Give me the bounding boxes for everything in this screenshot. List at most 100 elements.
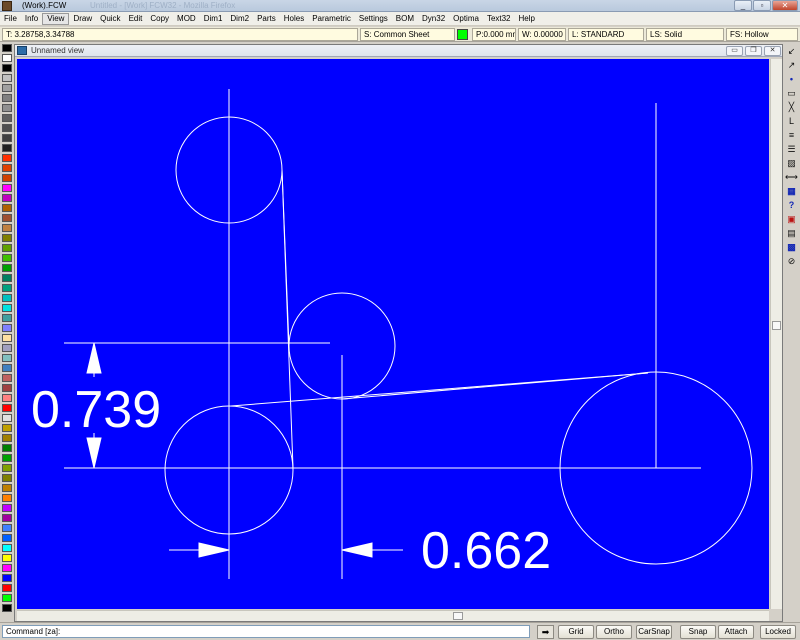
- color-swatch[interactable]: [2, 144, 12, 152]
- color-swatch[interactable]: [2, 484, 12, 492]
- close-button[interactable]: ✕: [772, 0, 798, 11]
- menu-item-text32[interactable]: Text32: [483, 13, 515, 25]
- menu-item-optima[interactable]: Optima: [449, 13, 483, 25]
- minimize-button[interactable]: _: [734, 0, 752, 11]
- attach-button[interactable]: Attach: [718, 625, 754, 639]
- list-icon[interactable]: ☰: [785, 144, 798, 155]
- dimension-icon[interactable]: ⟷: [785, 172, 798, 183]
- stop-icon[interactable]: ▣: [785, 214, 798, 225]
- menu-item-dim2[interactable]: Dim2: [226, 13, 253, 25]
- color-swatch[interactable]: [2, 594, 12, 602]
- color-swatch[interactable]: [2, 554, 12, 562]
- fill-style-field[interactable]: FS: Hollow: [726, 28, 798, 41]
- snap-button[interactable]: Snap: [680, 625, 716, 639]
- color-swatch[interactable]: [2, 124, 12, 132]
- menu-item-dim1[interactable]: Dim1: [200, 13, 227, 25]
- color-swatch[interactable]: [2, 304, 12, 312]
- width-field[interactable]: W: 0.00000: [518, 28, 566, 41]
- menu-item-mod[interactable]: MOD: [173, 13, 200, 25]
- color-swatch[interactable]: [2, 354, 12, 362]
- color-swatch[interactable]: [2, 64, 12, 72]
- color-swatch[interactable]: [2, 194, 12, 202]
- color-swatch[interactable]: [2, 474, 12, 482]
- color-swatch[interactable]: [2, 524, 12, 532]
- color-swatch[interactable]: [2, 334, 12, 342]
- pen-color-swatch[interactable]: [457, 29, 468, 40]
- color-swatch[interactable]: [2, 374, 12, 382]
- grid-button[interactable]: Grid: [558, 625, 594, 639]
- color-swatch[interactable]: [2, 284, 12, 292]
- color-swatch[interactable]: [2, 424, 12, 432]
- color-swatch[interactable]: [2, 94, 12, 102]
- color-swatch[interactable]: [2, 574, 12, 582]
- menu-item-edit[interactable]: Edit: [125, 13, 147, 25]
- layer-field[interactable]: L: STANDARD: [568, 28, 644, 41]
- menu-item-parametric[interactable]: Parametric: [308, 13, 355, 25]
- color-swatch[interactable]: [2, 154, 12, 162]
- color-swatch[interactable]: [2, 364, 12, 372]
- color-swatch[interactable]: [2, 274, 12, 282]
- horizontal-scrollbar[interactable]: [17, 610, 769, 621]
- color-swatch[interactable]: [2, 564, 12, 572]
- rectangle-icon[interactable]: ▭: [785, 88, 798, 99]
- color-swatch[interactable]: [2, 54, 12, 62]
- menu-item-help[interactable]: Help: [515, 13, 539, 25]
- color-swatch[interactable]: [2, 244, 12, 252]
- menu-item-file[interactable]: File: [0, 13, 21, 25]
- color-swatch[interactable]: [2, 114, 12, 122]
- color-swatch[interactable]: [2, 414, 12, 422]
- layers-icon[interactable]: ▤: [785, 228, 798, 239]
- color-swatch[interactable]: [2, 604, 12, 612]
- menu-item-settings[interactable]: Settings: [355, 13, 392, 25]
- menu-item-parts[interactable]: Parts: [253, 13, 280, 25]
- command-input[interactable]: Command [za]:: [2, 625, 530, 638]
- table-icon[interactable]: ▦: [785, 186, 798, 197]
- color-swatch[interactable]: [2, 234, 12, 242]
- color-swatch[interactable]: [2, 44, 12, 52]
- color-swatch[interactable]: [2, 404, 12, 412]
- app-icon[interactable]: [2, 1, 12, 11]
- grid-icon[interactable]: ▩: [785, 242, 798, 253]
- ortho-button[interactable]: Ortho: [596, 625, 632, 639]
- menu-item-quick[interactable]: Quick: [96, 13, 124, 25]
- pen-width-field[interactable]: P:0.000 mm: [472, 28, 516, 41]
- view-close-button[interactable]: ✕: [764, 46, 781, 56]
- command-arrow-button[interactable]: ➡: [537, 625, 554, 639]
- lines-icon[interactable]: ≡: [785, 130, 798, 141]
- color-swatch[interactable]: [2, 584, 12, 592]
- locked-button[interactable]: Locked: [760, 625, 796, 639]
- color-swatch[interactable]: [2, 434, 12, 442]
- color-swatch[interactable]: [2, 314, 12, 322]
- view-icon[interactable]: [17, 46, 27, 55]
- line-style-field[interactable]: LS: Solid: [646, 28, 724, 41]
- color-swatch[interactable]: [2, 464, 12, 472]
- arrow-down-left-icon[interactable]: ↙: [785, 46, 798, 57]
- view-minimize-button[interactable]: ▭: [726, 46, 743, 56]
- vertical-scroll-thumb[interactable]: [772, 321, 781, 330]
- color-swatch[interactable]: [2, 494, 12, 502]
- color-swatch[interactable]: [2, 204, 12, 212]
- sheet-field[interactable]: S: Common Sheet: [360, 28, 455, 41]
- vertical-scrollbar[interactable]: [770, 59, 782, 609]
- hatch-icon[interactable]: ▨: [785, 158, 798, 169]
- color-swatch[interactable]: [2, 84, 12, 92]
- cross-icon[interactable]: ╳: [785, 102, 798, 113]
- color-swatch[interactable]: [2, 254, 12, 262]
- color-swatch[interactable]: [2, 324, 12, 332]
- color-swatch[interactable]: [2, 134, 12, 142]
- no-snap-icon[interactable]: ⊘: [785, 256, 798, 267]
- arrow-up-right-icon[interactable]: ↗: [785, 60, 798, 71]
- color-swatch[interactable]: [2, 504, 12, 512]
- view-restore-button[interactable]: ❐: [745, 46, 762, 56]
- color-swatch[interactable]: [2, 74, 12, 82]
- color-swatch[interactable]: [2, 104, 12, 112]
- color-swatch[interactable]: [2, 514, 12, 522]
- color-swatch[interactable]: [2, 294, 12, 302]
- color-swatch[interactable]: [2, 264, 12, 272]
- color-swatch[interactable]: [2, 224, 12, 232]
- color-swatch[interactable]: [2, 164, 12, 172]
- maximize-button[interactable]: ▫: [753, 0, 771, 11]
- color-swatch[interactable]: [2, 184, 12, 192]
- color-swatch[interactable]: [2, 344, 12, 352]
- color-swatch[interactable]: [2, 214, 12, 222]
